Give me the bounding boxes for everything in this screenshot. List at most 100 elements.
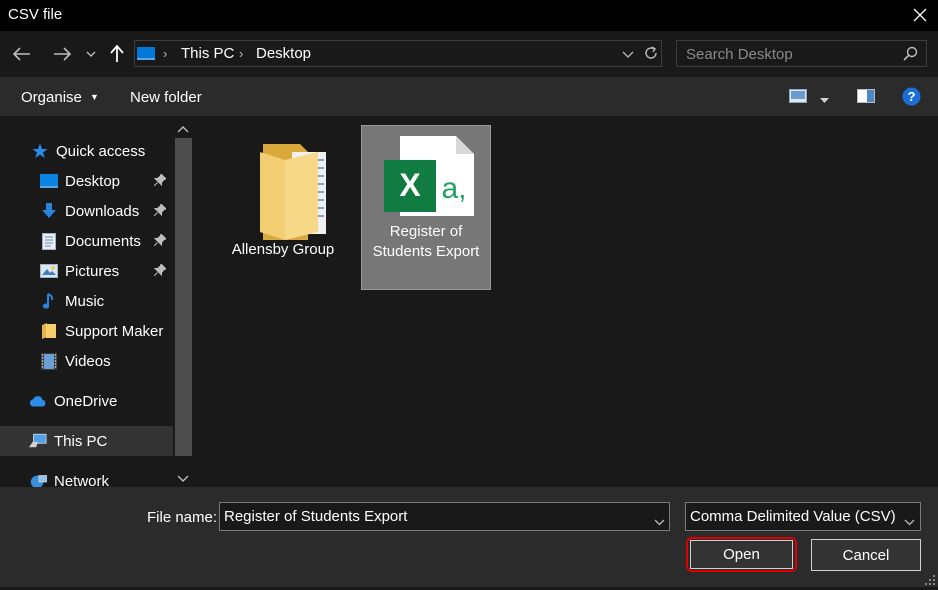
sidebar-item-pictures[interactable]: Pictures [40, 256, 119, 286]
file-name: Allensby Group [231, 241, 335, 258]
breadcrumb-this-pc[interactable]: This PC [181, 45, 234, 62]
sidebar-item-label: Videos [65, 352, 111, 370]
file-name-field[interactable]: Register of Students Export [219, 502, 670, 531]
file-type-filter-select[interactable]: Comma Delimited Value (CSV) [685, 502, 921, 531]
recent-locations-button[interactable] [84, 44, 98, 64]
chevron-down-icon [904, 513, 915, 530]
svg-text:X: X [399, 167, 421, 203]
sidebar-item-label: Network [54, 472, 110, 488]
up-button[interactable] [105, 42, 129, 66]
sidebar-item-desktop[interactable]: Desktop [40, 166, 120, 196]
sidebar-item-label: Documents [65, 232, 141, 250]
refresh-icon [645, 46, 657, 59]
star-icon [31, 142, 49, 160]
organise-menu[interactable]: Organise ▼ [21, 89, 99, 106]
pin-icon [153, 263, 168, 278]
sidebar-item-label: Pictures [65, 262, 120, 280]
sidebar-item-this-pc[interactable]: This PC [29, 426, 107, 456]
sidebar-item-label: OneDrive [54, 392, 118, 410]
music-icon [40, 292, 58, 310]
file-item-folder[interactable]: Allensby Group [218, 126, 348, 291]
sidebar-item-label: This PC [54, 432, 108, 450]
svg-text:?: ? [908, 89, 916, 104]
sidebar-item-support-maker[interactable]: Support Maker [40, 316, 163, 346]
cloud-icon [29, 392, 47, 410]
file-name-input[interactable]: Register of Students Export [224, 508, 407, 525]
scrollbar-thumb[interactable] [175, 138, 192, 456]
pin-icon [153, 203, 168, 218]
dropdown-arrow-icon: ▼ [90, 92, 99, 102]
pin-icon [153, 173, 168, 188]
chevron-up-icon [177, 126, 189, 133]
scroll-up-button[interactable] [177, 120, 189, 137]
forward-button[interactable] [50, 42, 74, 66]
arrow-right-icon [54, 47, 71, 61]
file-name-line1: Register of [389, 223, 463, 240]
search-icon [903, 46, 918, 65]
back-button[interactable] [10, 42, 34, 66]
pictures-icon [40, 262, 58, 280]
resize-grip-icon[interactable] [924, 573, 936, 590]
svg-text:a,: a, [441, 172, 466, 205]
videos-icon [40, 352, 58, 370]
sidebar-item-label: Desktop [65, 172, 121, 190]
new-folder-button[interactable]: New folder [130, 89, 202, 106]
scroll-down-button[interactable] [177, 470, 189, 487]
pin-icon [153, 233, 168, 248]
chevron-down-icon [86, 51, 96, 57]
cancel-button[interactable]: Cancel [811, 539, 921, 571]
sidebar-item-network[interactable]: Network [29, 466, 109, 487]
refresh-button[interactable] [643, 45, 659, 65]
sidebar-item-label: Downloads [65, 202, 140, 220]
sidebar-item-documents[interactable]: Documents [40, 226, 141, 256]
sidebar-item-downloads[interactable]: Downloads [40, 196, 139, 226]
search-input[interactable]: Search Desktop [686, 46, 793, 63]
document-icon [40, 232, 58, 250]
change-view-button[interactable] [789, 89, 807, 107]
download-icon [40, 202, 58, 220]
preview-pane-button[interactable] [857, 89, 875, 107]
file-name-history-button[interactable] [654, 513, 665, 530]
title-bar [0, 0, 938, 31]
sidebar-item-music[interactable]: Music [40, 286, 104, 316]
open-button[interactable]: Open [690, 540, 793, 569]
view-options-button[interactable] [820, 91, 829, 108]
sidebar-item-videos[interactable]: Videos [40, 346, 111, 376]
network-icon [29, 472, 47, 487]
computer-icon [29, 432, 47, 450]
breadcrumb-desktop[interactable]: Desktop [256, 45, 311, 62]
file-name-label: File name: [147, 509, 218, 526]
this-pc-icon [137, 47, 155, 60]
file-type-filter-value: Comma Delimited Value (CSV) [690, 508, 896, 525]
breadcrumb-separator-icon: › [163, 46, 168, 61]
dropdown-arrow-icon [820, 98, 829, 103]
preview-pane-icon [857, 89, 875, 103]
folder-icon [260, 144, 326, 240]
organise-label: Organise [21, 89, 82, 106]
file-list: Allensby Group X a, Register of Students… [196, 116, 938, 487]
chevron-down-icon [177, 475, 189, 482]
sidebar-item-onedrive[interactable]: OneDrive [29, 386, 117, 416]
close-icon [913, 8, 927, 22]
folder-icon [40, 322, 58, 340]
sidebar-item-label: Quick access [56, 142, 146, 160]
window-title: CSV file [8, 6, 63, 23]
file-item-csv-selected[interactable]: X a, Register of Students Export [361, 125, 491, 290]
help-button[interactable]: ? [902, 87, 921, 110]
chevron-down-icon [622, 51, 634, 58]
search-box[interactable]: Search Desktop [676, 40, 927, 67]
excel-csv-icon: X a, [384, 136, 474, 216]
chevron-down-icon [654, 519, 665, 526]
file-name-line2: Students Export [372, 243, 480, 260]
desktop-icon [40, 172, 58, 190]
sidebar-item-label: Support Maker [65, 322, 164, 340]
address-history-button[interactable] [622, 47, 634, 64]
help-icon: ? [902, 87, 921, 106]
address-bar[interactable]: › This PC › Desktop [134, 40, 662, 67]
close-button[interactable] [908, 3, 932, 27]
sidebar-item-label: Music [65, 292, 105, 310]
navigation-pane: Quick access Desktop Downloads Documents… [0, 116, 194, 487]
arrow-up-icon [110, 45, 124, 62]
view-icon [789, 89, 807, 103]
sidebar-item-quick-access[interactable]: Quick access [31, 136, 145, 166]
